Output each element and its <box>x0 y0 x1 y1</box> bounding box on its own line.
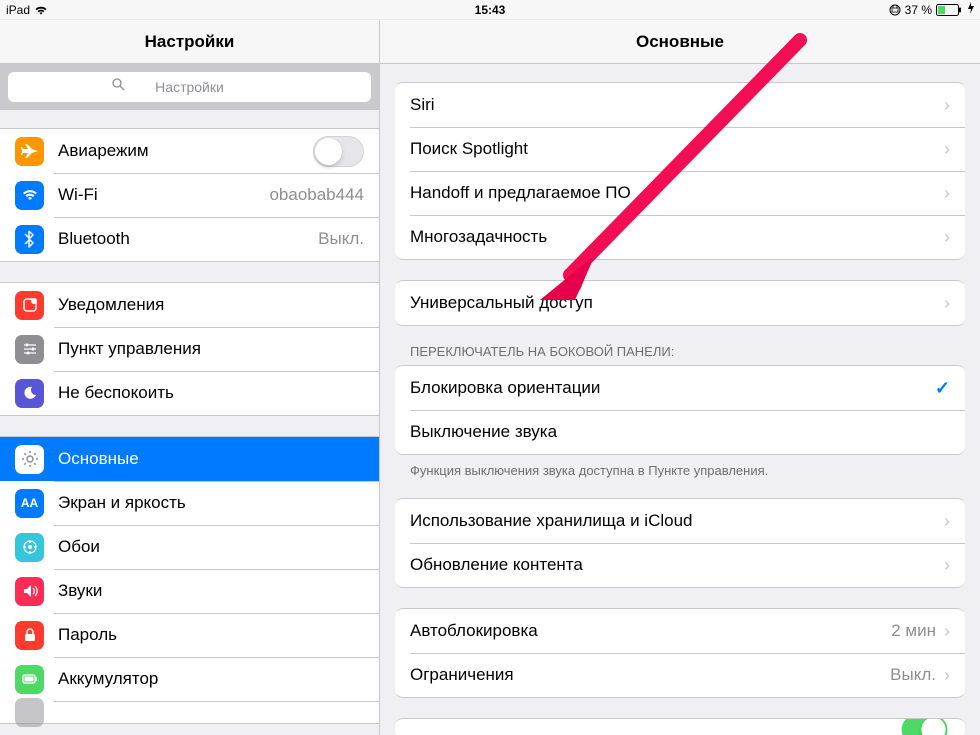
airplane-toggle[interactable] <box>313 136 364 167</box>
notifications-icon <box>15 291 44 320</box>
sidebar-item-control-center[interactable]: Пункт управления <box>0 327 379 371</box>
bluetooth-value: Выкл. <box>318 229 364 249</box>
section-header-side-switch: ПЕРЕКЛЮЧАТЕЛЬ НА БОКОВОЙ ПАНЕЛИ: <box>380 326 980 365</box>
bluetooth-icon <box>15 225 44 254</box>
wallpaper-icon <box>15 533 44 562</box>
control-center-icon <box>15 335 44 364</box>
row-label: Многозадачность <box>410 227 944 247</box>
row-value: 2 мин <box>891 621 936 641</box>
detail-row-spotlight[interactable]: Поиск Spotlight › <box>395 127 965 171</box>
status-bar: iPad 15:43 37 % <box>0 0 980 20</box>
wifi-settings-icon <box>15 181 44 210</box>
dnd-icon <box>15 379 44 408</box>
sidebar-item-label: Не беспокоить <box>58 383 364 403</box>
battery-pct: 37 % <box>905 3 932 17</box>
airplane-icon <box>15 137 44 166</box>
rotation-lock-icon <box>889 4 901 16</box>
detail-scroll[interactable]: Siri › Поиск Spotlight › Handoff и предл… <box>380 64 980 735</box>
detail-row-accessibility[interactable]: Универсальный доступ › <box>395 281 965 325</box>
sidebar-item-airplane[interactable]: Авиарежим <box>0 129 379 173</box>
row-label: Ограничения <box>410 665 890 685</box>
sidebar-item-wallpaper[interactable]: Обои <box>0 525 379 569</box>
display-icon: AA <box>15 489 44 518</box>
detail-row-multitasking[interactable]: Многозадачность › <box>395 215 965 259</box>
detail-row-lock-rotation[interactable]: Блокировка ориентации ✓ <box>395 366 965 410</box>
row-label: Обновление контента <box>410 555 944 575</box>
detail-row-storage[interactable]: Использование хранилища и iCloud › <box>395 499 965 543</box>
sidebar-item-general[interactable]: Основные <box>0 437 379 481</box>
sidebar-item-label: Звуки <box>58 581 364 601</box>
sidebar-item-display[interactable]: AA Экран и яркость <box>0 481 379 525</box>
lock-icon <box>15 621 44 650</box>
sounds-icon <box>15 577 44 606</box>
checkmark-icon: ✓ <box>935 378 950 399</box>
sidebar-item-bluetooth[interactable]: Bluetooth Выкл. <box>0 217 379 261</box>
row-label: Универсальный доступ <box>410 293 944 313</box>
sidebar-item-label: Экран и яркость <box>58 493 364 513</box>
chevron-right-icon: › <box>944 293 950 314</box>
sidebar-item-label: Аккумулятор <box>58 669 364 689</box>
sidebar-item-battery[interactable]: Аккумулятор <box>0 657 379 701</box>
detail-row-partial[interactable] <box>395 719 965 735</box>
sidebar-item-sounds[interactable]: Звуки <box>0 569 379 613</box>
sidebar-item-dnd[interactable]: Не беспокоить <box>0 371 379 415</box>
detail-row-siri[interactable]: Siri › <box>395 83 965 127</box>
partial-toggle[interactable] <box>902 718 948 735</box>
detail-pane: Основные Siri › Поиск Spotlight › Handof… <box>380 20 980 735</box>
detail-row-mute[interactable]: Выключение звука <box>395 410 965 454</box>
detail-row-autolock[interactable]: Автоблокировка 2 мин › <box>395 609 965 653</box>
wifi-icon <box>34 5 48 15</box>
chevron-right-icon: › <box>944 621 950 642</box>
sidebar-item-passcode[interactable]: Пароль <box>0 613 379 657</box>
detail-row-handoff[interactable]: Handoff и предлагаемое ПО › <box>395 171 965 215</box>
chevron-right-icon: › <box>944 227 950 248</box>
row-label: Поиск Spotlight <box>410 139 944 159</box>
charging-icon <box>968 2 974 17</box>
row-label: Использование хранилища и iCloud <box>410 511 944 531</box>
search-input[interactable] <box>8 72 371 102</box>
chevron-right-icon: › <box>944 95 950 116</box>
sidebar-item-label: Обои <box>58 537 364 557</box>
section-footer-side-switch: Функция выключения звука доступна в Пунк… <box>380 455 980 478</box>
search-container <box>0 64 379 110</box>
row-label: Автоблокировка <box>410 621 891 641</box>
privacy-icon <box>15 698 44 727</box>
sidebar-item-label: Wi-Fi <box>58 185 269 205</box>
chevron-right-icon: › <box>944 555 950 576</box>
chevron-right-icon: › <box>944 511 950 532</box>
sidebar-item-label: Авиарежим <box>58 141 313 161</box>
detail-row-background-refresh[interactable]: Обновление контента › <box>395 543 965 587</box>
sidebar: Настройки Авиарежим Wi-Fi obao <box>0 20 380 735</box>
battery-settings-icon <box>15 665 44 694</box>
detail-header: Основные <box>380 20 980 64</box>
sidebar-item-label: Основные <box>58 449 364 469</box>
row-value: Выкл. <box>890 665 936 685</box>
row-label: Блокировка ориентации <box>410 378 935 398</box>
status-time: 15:43 <box>475 3 506 17</box>
sidebar-list[interactable]: Авиарежим Wi-Fi obaobab444 Bluetooth Вык… <box>0 110 379 735</box>
sidebar-item-label: Уведомления <box>58 295 364 315</box>
sidebar-item-label: Пароль <box>58 625 364 645</box>
chevron-right-icon: › <box>944 139 950 160</box>
sidebar-item-label: Пункт управления <box>58 339 364 359</box>
device-label: iPad <box>6 3 30 17</box>
chevron-right-icon: › <box>944 183 950 204</box>
row-label: Siri <box>410 95 944 115</box>
gear-icon <box>15 445 44 474</box>
detail-title: Основные <box>636 32 724 52</box>
sidebar-item-notifications[interactable]: Уведомления <box>0 283 379 327</box>
row-label: Handoff и предлагаемое ПО <box>410 183 944 203</box>
sidebar-item-wifi[interactable]: Wi-Fi obaobab444 <box>0 173 379 217</box>
sidebar-header: Настройки <box>0 20 379 64</box>
row-label: Выключение звука <box>410 422 950 442</box>
detail-row-restrictions[interactable]: Ограничения Выкл. › <box>395 653 965 697</box>
wifi-value: obaobab444 <box>269 185 364 205</box>
sidebar-title: Настройки <box>145 32 235 52</box>
battery-icon <box>936 4 962 16</box>
chevron-right-icon: › <box>944 665 950 686</box>
sidebar-item-more[interactable] <box>0 701 379 723</box>
sidebar-item-label: Bluetooth <box>58 229 318 249</box>
